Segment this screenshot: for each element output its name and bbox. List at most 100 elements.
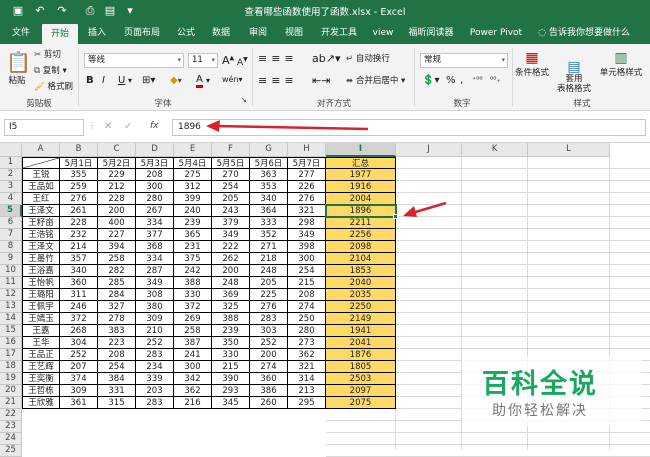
- value-cell[interactable]: 380: [136, 301, 174, 313]
- value-cell[interactable]: 208: [136, 169, 174, 181]
- column-header-G[interactable]: G: [250, 143, 288, 157]
- value-cell[interactable]: 241: [174, 349, 212, 361]
- value-cell[interactable]: 278: [98, 313, 136, 325]
- row-header-16[interactable]: 16: [0, 337, 22, 349]
- date-header-cell[interactable]: 5月7日: [288, 157, 326, 169]
- name-cell[interactable]: 王怡帆: [22, 277, 60, 289]
- column-header-H[interactable]: H: [288, 143, 326, 157]
- value-cell[interactable]: 312: [174, 181, 212, 193]
- copy-button[interactable]: ⧉ 复制 ▾: [34, 64, 67, 76]
- tab-insert[interactable]: 插入: [80, 22, 114, 44]
- total-cell[interactable]: 1853: [326, 265, 396, 277]
- comma-button[interactable]: ,: [460, 75, 463, 86]
- date-header-cell[interactable]: 5月6日: [250, 157, 288, 169]
- orientation-icon[interactable]: ab↗▾: [312, 52, 340, 65]
- row-header-10[interactable]: 10: [0, 265, 22, 277]
- value-cell[interactable]: 377: [136, 229, 174, 241]
- value-cell[interactable]: 339: [136, 373, 174, 385]
- row-header-9[interactable]: 9: [0, 253, 22, 265]
- row-header-6[interactable]: 6: [0, 217, 22, 229]
- value-cell[interactable]: 268: [60, 325, 98, 337]
- font-name-select[interactable]: 等线 ▾: [84, 53, 184, 68]
- row-header-4[interactable]: 4: [0, 193, 22, 205]
- name-cell[interactable]: 王品正: [22, 349, 60, 361]
- format-as-table-button[interactable]: ▤ 套用 表格格式: [554, 50, 594, 104]
- value-cell[interactable]: 303: [250, 325, 288, 337]
- row-header-24[interactable]: 24: [0, 433, 22, 445]
- value-cell[interactable]: 340: [250, 193, 288, 205]
- tab-view[interactable]: 视图: [278, 22, 310, 44]
- value-cell[interactable]: 311: [60, 289, 98, 301]
- value-cell[interactable]: 205: [250, 277, 288, 289]
- name-cell[interactable]: 王哲栋: [22, 385, 60, 397]
- value-cell[interactable]: 270: [212, 169, 250, 181]
- indent-icon[interactable]: ⇤⇥: [312, 74, 330, 87]
- value-cell[interactable]: 207: [60, 361, 98, 373]
- value-cell[interactable]: 227: [98, 229, 136, 241]
- row-header-23[interactable]: 23: [0, 421, 22, 433]
- merge-center-button[interactable]: ⬌ 合并后居中 ▾: [346, 74, 405, 86]
- paste-button[interactable]: 📋 粘贴: [6, 50, 31, 86]
- value-cell[interactable]: 250: [288, 313, 326, 325]
- value-cell[interactable]: 248: [250, 265, 288, 277]
- column-header-D[interactable]: D: [136, 143, 174, 157]
- row-header-25[interactable]: 25: [0, 445, 22, 457]
- font-launcher-icon[interactable]: ↘: [241, 96, 247, 104]
- value-cell[interactable]: 215: [212, 361, 250, 373]
- top-align-icon[interactable]: ≡≡≡: [258, 52, 298, 65]
- value-cell[interactable]: 293: [212, 385, 250, 397]
- value-cell[interactable]: 284: [98, 289, 136, 301]
- row-header-19[interactable]: 19: [0, 373, 22, 385]
- total-header-cell[interactable]: 汇总: [326, 157, 396, 169]
- value-cell[interactable]: 300: [288, 253, 326, 265]
- value-cell[interactable]: 212: [98, 181, 136, 193]
- total-cell[interactable]: 2004: [326, 193, 396, 205]
- cut-button[interactable]: ✂ 剪切: [34, 48, 61, 60]
- total-cell[interactable]: 2041: [326, 337, 396, 349]
- row-header-22[interactable]: 22: [0, 409, 22, 421]
- value-cell[interactable]: 218: [250, 253, 288, 265]
- value-cell[interactable]: 276: [288, 193, 326, 205]
- underline-dropdown[interactable]: ▾: [128, 76, 132, 85]
- name-cell[interactable]: 王艺辉: [22, 361, 60, 373]
- total-cell[interactable]: 1876: [326, 349, 396, 361]
- value-cell[interactable]: 360: [250, 373, 288, 385]
- total-cell[interactable]: 2149: [326, 313, 396, 325]
- value-cell[interactable]: 258: [174, 325, 212, 337]
- value-cell[interactable]: 330: [174, 289, 212, 301]
- name-cell[interactable]: 王华: [22, 337, 60, 349]
- row-header-2[interactable]: 2: [0, 169, 22, 181]
- name-cell[interactable]: 王佩宇: [22, 301, 60, 313]
- value-cell[interactable]: 205: [212, 193, 250, 205]
- value-cell[interactable]: 259: [60, 181, 98, 193]
- value-cell[interactable]: 248: [212, 277, 250, 289]
- value-cell[interactable]: 372: [60, 313, 98, 325]
- value-cell[interactable]: 325: [212, 301, 250, 313]
- insert-function-button[interactable]: fx: [150, 121, 159, 131]
- column-header-K[interactable]: K: [462, 143, 528, 157]
- value-cell[interactable]: 215: [288, 277, 326, 289]
- row-header-7[interactable]: 7: [0, 229, 22, 241]
- value-cell[interactable]: 261: [60, 205, 98, 217]
- value-cell[interactable]: 355: [60, 169, 98, 181]
- name-cell[interactable]: 王墨竹: [22, 253, 60, 265]
- value-cell[interactable]: 309: [136, 313, 174, 325]
- value-cell[interactable]: 228: [98, 193, 136, 205]
- tab-file[interactable]: 文件: [4, 22, 38, 44]
- value-cell[interactable]: 239: [174, 217, 212, 229]
- column-header-F[interactable]: F: [212, 143, 250, 157]
- value-cell[interactable]: 200: [250, 349, 288, 361]
- value-cell[interactable]: 282: [98, 265, 136, 277]
- wrap-text-button[interactable]: ↵ 自动换行: [346, 52, 390, 64]
- value-cell[interactable]: 228: [60, 217, 98, 229]
- value-cell[interactable]: 285: [98, 277, 136, 289]
- name-cell[interactable]: 王红: [22, 193, 60, 205]
- tell-me-search[interactable]: 告诉我你想要做什么: [549, 22, 649, 44]
- row-header-1[interactable]: 1: [0, 157, 22, 169]
- column-header-B[interactable]: B: [60, 143, 98, 157]
- value-cell[interactable]: 334: [136, 217, 174, 229]
- total-cell[interactable]: 1805: [326, 361, 396, 373]
- value-cell[interactable]: 345: [212, 397, 250, 409]
- value-cell[interactable]: 360: [60, 277, 98, 289]
- total-cell[interactable]: 2104: [326, 253, 396, 265]
